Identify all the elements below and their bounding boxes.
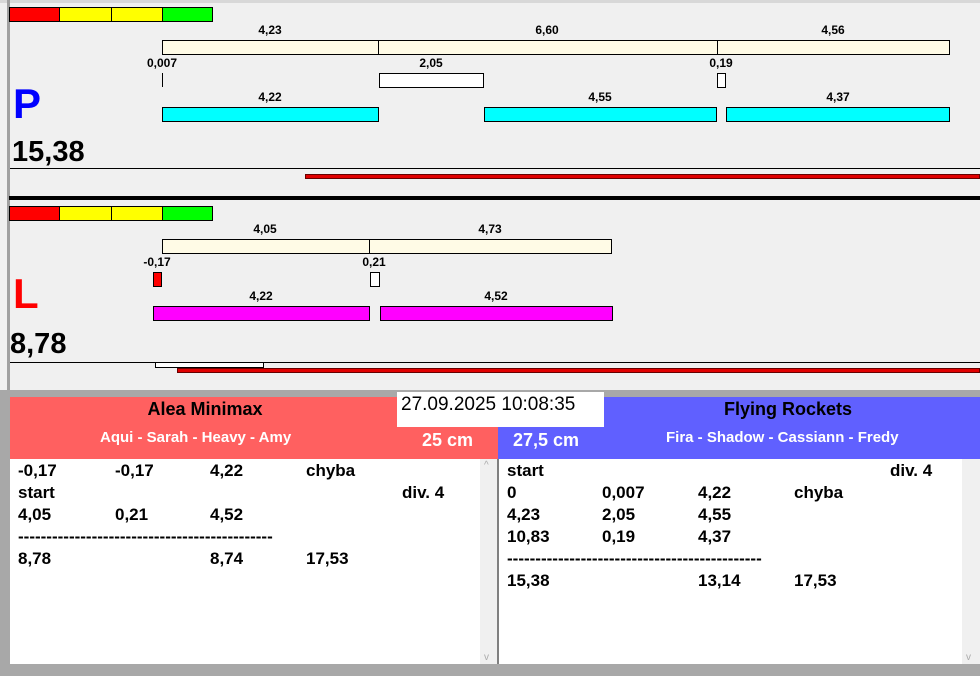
bar-label: 4,56 [821,23,845,37]
left-team-players: Aqui - Sarah - Heavy - Amy [100,429,292,446]
gap-bar [370,272,380,287]
right-team-name: Flying Rockets [723,399,853,419]
bar-label: 2,05 [419,56,443,70]
list-cell: 0,21 [115,505,149,524]
lane-total: 8,78 [10,328,67,360]
bar-label: 4,37 [826,90,850,104]
status-red [9,206,60,221]
status-yellow [111,7,163,22]
list-cell: 0,19 [602,527,636,546]
list-cell: 2,05 [602,505,636,524]
left-team-name: Alea Minimax [147,399,263,419]
scrollbar[interactable]: v [962,459,980,664]
left-result-list[interactable]: -0,17 -0,17 4,22 chyba start div. 4 4,05 0,21 4,… [10,459,498,664]
datetime: 27.09.2025 10:08:35 [397,392,604,427]
status-yellow [111,206,163,221]
list-cell: chyba [794,483,844,502]
bar-label: -0,17 [143,255,171,269]
time-bar [717,40,950,55]
scroll-up-icon[interactable]: ^ [484,460,489,471]
right-team-players: Fira - Shadow - Cassiann - Fredy [666,429,899,446]
run-bar [162,107,379,122]
list-cell: 8,78 [18,549,52,568]
list-cell: 17,53 [794,571,837,590]
list-cell: 17,53 [306,549,349,568]
list-cell: div. 4 [402,483,445,502]
gap-bar [153,272,162,287]
run-bar [726,107,950,122]
bar-label: 4,05 [253,222,277,236]
bar-label: 0,21 [362,255,386,269]
bar-label: 4,52 [484,289,508,303]
status-green [162,206,213,221]
list-cell: 13,14 [698,571,741,590]
list-cell: 8,74 [210,549,244,568]
bar-label: 6,60 [535,23,559,37]
timeline-line [10,168,980,169]
list-cell: 4,23 [507,505,541,524]
status-red [9,7,60,22]
list-cell: -0,17 [18,461,57,480]
time-bar [369,239,612,254]
list-cell: div. 4 [890,461,933,480]
bar-label: 4,55 [588,90,612,104]
gap-bar [717,73,726,88]
list-cell: 4,05 [18,505,52,524]
list-cell: -0,17 [115,461,154,480]
lane-letter: P [13,80,42,127]
right-result-list[interactable]: start div. 4 0 0,007 4,22 chyba 4,23 2,05 4,55 10… [499,459,980,664]
bar-label: 0,19 [709,56,733,70]
lane-letter: L [13,270,39,317]
list-cell: 10,83 [507,527,550,546]
list-cell: 0,007 [602,483,645,502]
bar-label: 4,22 [249,289,273,303]
tick-mark [162,73,163,87]
run-bar [153,306,370,321]
status-yellow [59,206,112,221]
list-cell: 4,37 [698,527,732,546]
progress-bar [305,174,980,179]
progress-bar [177,368,980,373]
right-team-distance: 27,5 cm [513,430,580,450]
list-cell: ----------------------------------------… [18,527,273,546]
status-yellow [59,7,112,22]
list-cell: chyba [306,461,356,480]
left-team-distance: 25 cm [422,430,474,450]
list-cell: 4,22 [210,461,244,480]
lane-divider [9,196,980,200]
run-bar [380,306,613,321]
bar-label: 4,22 [258,90,282,104]
list-cell: start [507,461,544,480]
time-bar [378,40,718,55]
bar-label: 0,007 [146,56,178,70]
status-green [162,7,213,22]
list-cell: ----------------------------------------… [507,549,762,568]
lane-total: 15,38 [12,136,85,168]
list-cell: 4,52 [210,505,244,524]
list-cell: start [18,483,55,502]
list-cell: 4,55 [698,505,732,524]
bottom-frame [0,664,980,676]
scroll-down-icon[interactable]: v [966,652,971,663]
list-cell: 0 [507,483,517,502]
top-border [0,0,980,3]
time-bar [162,40,379,55]
bar-label: 4,73 [478,222,502,236]
scroll-down-icon[interactable]: v [484,652,489,663]
scrollbar[interactable]: ^ v [480,459,498,664]
list-cell: 4,22 [698,483,732,502]
gap-bar [379,73,484,88]
run-bar [484,107,717,122]
left-frame [0,390,10,676]
list-cell: 15,38 [507,571,550,590]
bar-label: 4,23 [258,23,282,37]
time-bar [162,239,370,254]
